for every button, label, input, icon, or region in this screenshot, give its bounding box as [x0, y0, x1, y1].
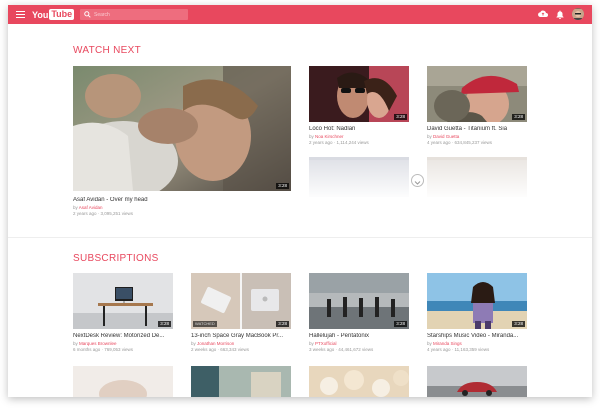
video-thumbnail[interactable]	[309, 366, 409, 397]
video-thumbnail[interactable]: 3:28	[309, 273, 409, 329]
video-title[interactable]: NextDesk Review: Motorized De...	[73, 333, 175, 339]
thumbnail-image	[73, 366, 173, 397]
by-label: by	[427, 134, 432, 139]
chevron-down-icon	[414, 181, 421, 185]
top-bar: You Tube	[8, 5, 592, 24]
duration-badge: 3:28	[158, 321, 171, 327]
video-channel: by Noa Kirschner	[309, 134, 344, 139]
channel-link[interactable]: Noa Kirschner	[315, 134, 344, 139]
video-channel: by Marques Brownlee	[73, 341, 117, 346]
video-channel: by David Guetta	[427, 134, 459, 139]
duration-badge: 3:28	[512, 114, 525, 120]
featured-video-channel: by Asaf Avidan	[73, 205, 102, 210]
youtube-logo[interactable]: You Tube	[32, 9, 75, 20]
duration-badge: 3:28	[276, 183, 289, 189]
video-thumbnail[interactable]	[73, 366, 173, 397]
by-label: by	[73, 205, 78, 210]
by-label: by	[309, 341, 314, 346]
video-title[interactable]: 13-inch Space Gray MacBook Pr...	[191, 333, 293, 339]
video-meta: 2 years ago · 1,114,244 views	[309, 140, 369, 145]
search-input[interactable]	[94, 9, 184, 20]
video-thumbnail[interactable]: 3:28	[427, 273, 527, 329]
video-title[interactable]: David Guetta - Titanium ft. Sia	[427, 126, 537, 132]
channel-link[interactable]: PTXofficial	[315, 341, 336, 346]
video-thumbnail[interactable]	[191, 366, 291, 397]
video-channel: by PTXofficial	[309, 341, 336, 346]
channel-link[interactable]: Asaf Avidan	[79, 205, 103, 210]
menu-icon[interactable]	[16, 11, 25, 19]
video-meta: 4 years ago · 11,163,359 views	[427, 347, 490, 352]
app-window: YouTube WATCH NEXT	[8, 5, 592, 397]
bell-icon[interactable]	[556, 10, 564, 19]
thumbnail-image	[309, 366, 409, 397]
thumbnail-image	[191, 366, 291, 397]
by-label: by	[191, 341, 196, 346]
section-title-watch-next: WATCH NEXT	[73, 45, 141, 56]
video-meta: 3 weeks ago · 44,461,672 views	[309, 347, 374, 352]
avatar-image	[572, 9, 584, 20]
logo-text-you: You	[32, 9, 49, 20]
section-divider	[8, 237, 592, 238]
avatar[interactable]	[572, 8, 584, 20]
video-thumbnail[interactable]: 3:28	[427, 66, 527, 122]
by-label: by	[73, 341, 78, 346]
featured-thumbnail-image	[73, 66, 291, 191]
section-title-subscriptions: SUBSCRIPTIONS	[73, 253, 159, 264]
video-thumbnail[interactable]: 3:28	[73, 273, 173, 329]
logo-text-tube: Tube	[49, 9, 75, 20]
video-thumbnail[interactable]: WATCHED 3:28	[191, 273, 291, 329]
thumbnail-image	[427, 366, 527, 397]
channel-link[interactable]: David Guetta	[433, 134, 459, 139]
by-label: by	[309, 134, 314, 139]
duration-badge: 3:28	[394, 321, 407, 327]
video-thumbnail[interactable]: 3:28	[309, 66, 409, 122]
by-label: by	[427, 341, 432, 346]
video-title[interactable]: Hallelujah - Pentatonix	[309, 333, 411, 339]
duration-badge: 3:28	[394, 114, 407, 120]
video-meta: 2 weeks ago · 663,343 views	[191, 347, 250, 352]
channel-link[interactable]: Marques Brownlee	[79, 341, 117, 346]
watched-badge: WATCHED	[193, 321, 217, 327]
expand-button[interactable]	[411, 174, 424, 187]
search-box[interactable]	[80, 9, 188, 20]
search-icon	[84, 11, 91, 18]
featured-video-meta: 2 years ago · 3,095,251 views	[73, 211, 134, 216]
video-thumbnail[interactable]	[427, 366, 527, 397]
duration-badge: 3:28	[512, 321, 525, 327]
duration-badge: 3:28	[276, 321, 289, 327]
video-channel: by Miranda Sings	[427, 341, 462, 346]
video-meta: 6 months ago · 769,053 views	[73, 347, 134, 352]
channel-link[interactable]: Jonathan Morrison	[197, 341, 234, 346]
upload-icon[interactable]	[538, 10, 548, 18]
video-title[interactable]: Loco Hot: Nadlan	[309, 126, 411, 132]
featured-video-thumbnail[interactable]: 3:28	[73, 66, 291, 191]
video-title[interactable]: Starships Music Video - Miranda...	[427, 333, 531, 339]
video-meta: 4 years ago · 634,845,237 views	[427, 140, 493, 145]
video-channel: by Jonathan Morrison	[191, 341, 234, 346]
channel-link[interactable]: Miranda Sings	[433, 341, 462, 346]
featured-video-title[interactable]: Asaf Avidan - Over my head	[73, 197, 291, 203]
